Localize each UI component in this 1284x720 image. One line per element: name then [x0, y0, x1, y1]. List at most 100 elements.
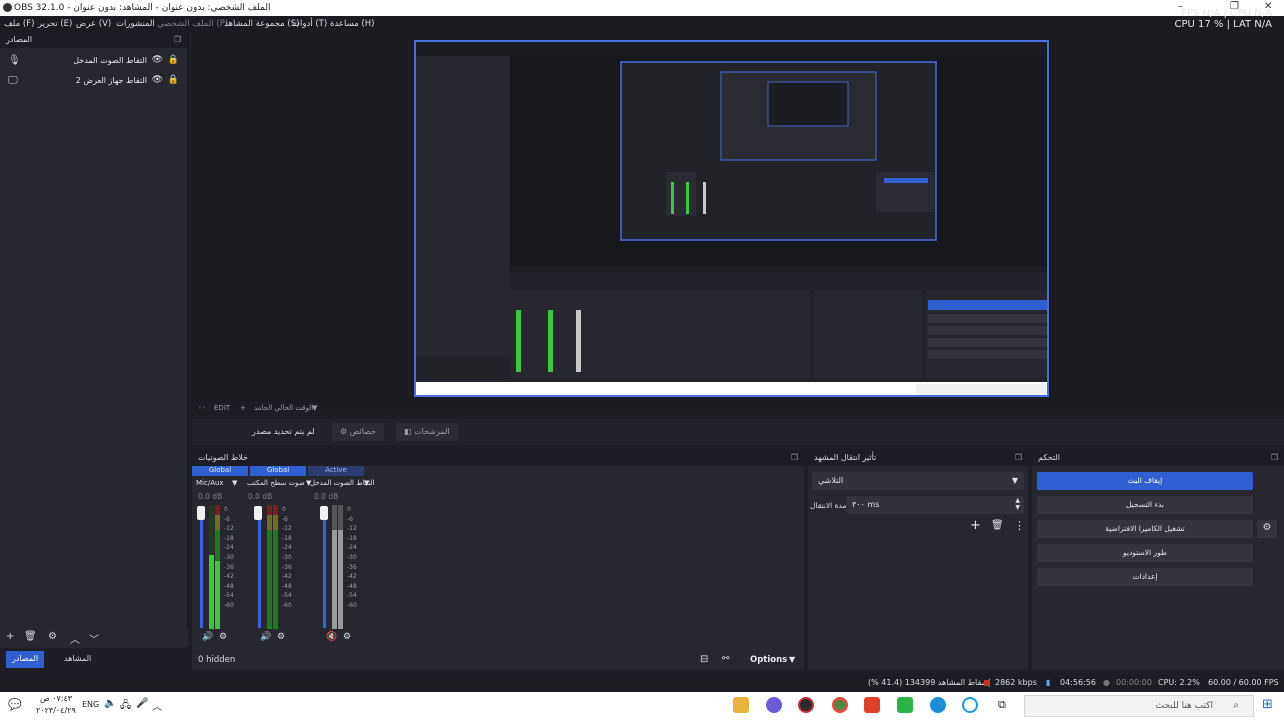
volume-fader-handle[interactable] [254, 506, 262, 520]
options-button[interactable]: Options [750, 655, 787, 665]
mixer-channel: Global [250, 466, 306, 476]
mixer-settings-icon[interactable]: ⚙ [219, 632, 227, 642]
chevron-down-icon[interactable]: ▼ [364, 479, 369, 487]
link-icon[interactable]: ⚯ [722, 654, 730, 664]
virtual-camera-settings-gear-icon[interactable]: ⚙ [1257, 520, 1277, 538]
remove-transition-button[interactable]: 🗑 [991, 520, 1004, 531]
channel-name[interactable]: Mic/Aux [196, 479, 224, 487]
menu-profile[interactable]: الملف الشخصي (P) [157, 19, 228, 29]
menu-view[interactable]: عرض (V) [76, 19, 111, 29]
menu-edit[interactable]: تحرير (E) [38, 19, 72, 29]
microphone-tray-icon[interactable]: 🎤 [136, 698, 148, 709]
filters-label: المرشحات [414, 427, 450, 436]
no-source-label: لم يتم تحديد مصدر [252, 427, 315, 436]
controls-title: التحكم [1038, 453, 1060, 462]
muted-speaker-icon[interactable]: 🔇 [326, 632, 337, 642]
tab-scenes[interactable]: المشاهد [58, 651, 97, 668]
remove-source-button[interactable]: 🗑 [24, 631, 37, 642]
duration-spinbox[interactable]: ٣٠٠ ms ▲ ▼ [846, 496, 1024, 514]
undock-icon[interactable]: ❐ [174, 35, 181, 44]
clock-date[interactable]: ٢٠٢٣/٠٤/٢٩ [36, 706, 76, 715]
language-indicator[interactable]: ENG [82, 700, 99, 709]
spin-arrows-icon[interactable]: ▲ ▼ [1015, 497, 1020, 511]
layout-icon[interactable]: ⊟ [700, 654, 708, 665]
start-recording-button[interactable]: بدء التسجيل [1037, 496, 1253, 514]
obs-taskbar-icon[interactable] [798, 697, 814, 713]
program-preview[interactable] [414, 40, 1049, 397]
source-item[interactable]: 🖵 التقاط جهاز العرض 2 👁 🔒 [0, 72, 187, 90]
chevron-down-icon[interactable]: ▼ [789, 655, 795, 664]
filters-button[interactable]: ◧ المرشحات [396, 423, 458, 441]
nested-obs-capture [416, 42, 1047, 395]
scene-bar-dropdown-icon[interactable]: ▼ [312, 404, 317, 412]
volume-fader-track[interactable] [200, 508, 203, 628]
lock-icon[interactable]: 🔒 [168, 75, 179, 85]
studio-mode-button[interactable]: طور الاستوديو [1037, 544, 1253, 562]
scene-bar: ◦◦ EDIT + الوقت الحالي الجامد ▼ [192, 402, 1284, 416]
properties-button[interactable]: ⚙ خصائص [332, 423, 385, 441]
start-virtual-camera-button[interactable]: تشغيل الكاميرا الافتراضية [1037, 520, 1253, 538]
app-k-icon[interactable] [897, 697, 913, 713]
edge-icon[interactable] [930, 697, 946, 713]
search-icon: ⌕ [1233, 700, 1239, 711]
channel-volume-db: 0.0 dB [314, 492, 339, 501]
file-explorer-icon[interactable] [733, 697, 749, 713]
source-settings-button[interactable]: ⚙ [48, 631, 57, 642]
perf-stats-overlay: FPS N/A | GPU N/A CPU 17 % | LAT N/A [1175, 8, 1273, 30]
speaker-icon[interactable]: 🔊 [202, 632, 213, 642]
menu-tools[interactable]: أدوات (T) [292, 19, 327, 29]
visibility-eye-icon[interactable]: 👁 [152, 75, 163, 85]
lock-icon[interactable]: 🔒 [168, 55, 179, 65]
clock-time[interactable]: ٠٧:٤٣ ص [40, 694, 72, 703]
task-view-icon[interactable]: ⧉ [998, 698, 1006, 712]
chrome-icon[interactable] [832, 697, 848, 713]
menu-scene-collection[interactable]: مجموعة المشاهد (S) [224, 19, 299, 29]
menu-file[interactable]: ملف (F) [4, 19, 34, 29]
undock-icon[interactable]: ❐ [791, 453, 798, 462]
stream-time: 04:56:56 [1060, 678, 1096, 687]
level-meter [338, 505, 343, 629]
undock-icon[interactable]: ❐ [1015, 453, 1022, 462]
level-meter [332, 505, 337, 629]
scene-bar-edit[interactable]: EDIT [214, 404, 230, 412]
chevron-down-icon[interactable]: ▼ [232, 479, 237, 487]
volume-fader-track[interactable] [258, 508, 261, 628]
add-source-button[interactable]: + [6, 631, 14, 642]
undock-icon[interactable]: ❐ [1271, 453, 1278, 462]
visibility-eye-icon[interactable]: 👁 [152, 55, 163, 65]
app-c-icon[interactable] [962, 697, 978, 713]
volume-fader-handle[interactable] [197, 506, 205, 520]
search-input[interactable]: اكتب هنا للبحث [1156, 701, 1213, 711]
scene-bar-plus[interactable]: + [240, 404, 246, 412]
menu-help[interactable]: مساعدة (H) [330, 19, 374, 29]
network-icon[interactable]: 🖧 [120, 698, 131, 715]
mixer-channel: Global [192, 466, 248, 476]
channel-mode-badge: Global [192, 466, 248, 476]
add-transition-button[interactable]: + [970, 518, 981, 533]
taskbar-search[interactable]: اكتب هنا للبحث ⌕ [1024, 695, 1254, 717]
mixer-settings-icon[interactable]: ⚙ [343, 632, 351, 642]
speaker-icon[interactable]: 🔊 [260, 632, 271, 642]
channel-name[interactable]: صوت سطح المكتب [247, 479, 305, 487]
app-icon[interactable] [766, 697, 782, 713]
volume-icon[interactable]: 🔈 [104, 698, 116, 709]
move-down-button[interactable]: ﹀ [89, 631, 99, 646]
notifications-icon[interactable]: 💬 [8, 698, 22, 711]
tab-sources[interactable]: المصادر [6, 651, 45, 668]
display-capture-icon: 🖵 [8, 75, 18, 86]
settings-button[interactable]: إعدادات [1037, 568, 1253, 586]
menu-docks[interactable]: المنشورات [116, 19, 155, 29]
show-hidden-icons-chevron-icon[interactable]: ︿ [152, 698, 162, 713]
transition-select[interactable]: التلاشي ▼ [812, 472, 1024, 490]
level-meter [267, 505, 272, 629]
volume-fader-handle[interactable] [320, 506, 328, 520]
move-up-button[interactable]: ︿ [70, 631, 80, 646]
source-item[interactable]: 🎙 التقاط الصوت المدخل 👁 🔒 [0, 52, 187, 70]
mixer-settings-icon[interactable]: ⚙ [277, 632, 285, 642]
more-options-icon[interactable]: ⋮ [1014, 519, 1025, 532]
microphone-icon: 🎙 [8, 55, 21, 66]
volume-fader-track[interactable] [323, 508, 326, 628]
windows-start-icon[interactable]: ⊞ [1262, 697, 1273, 712]
stop-streaming-button[interactable]: إيقاف البث [1037, 472, 1253, 490]
brave-icon[interactable] [864, 697, 880, 713]
